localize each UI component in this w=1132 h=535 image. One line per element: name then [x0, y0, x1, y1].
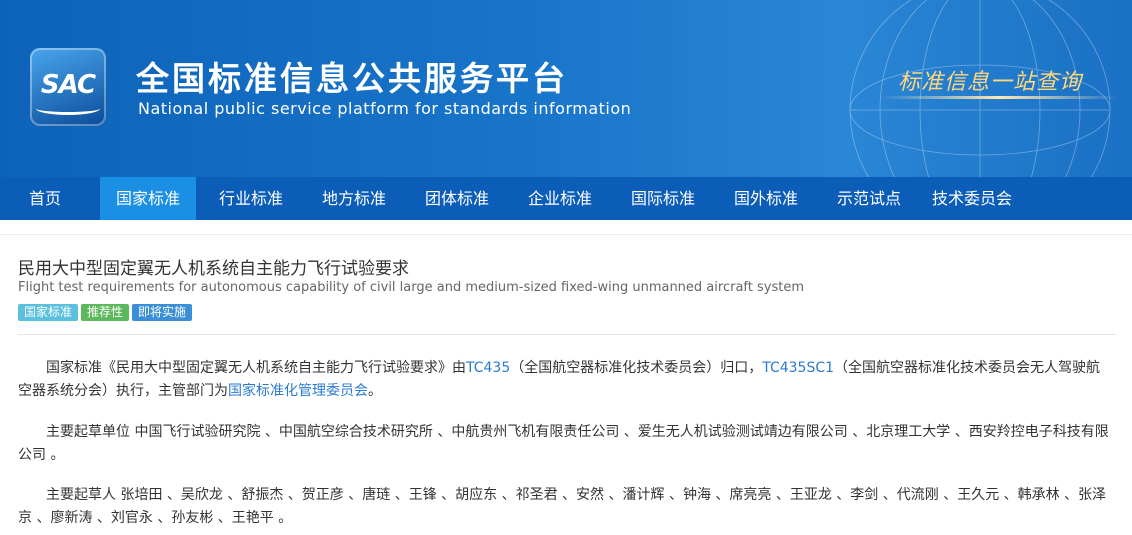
slogan-underline	[880, 96, 1120, 99]
nav-pilot-demo[interactable]: 示范试点	[822, 177, 916, 220]
logo-text: SAC	[40, 70, 96, 100]
desc-text-1: 国家标准《民用大中型固定翼无人机系统自主能力飞行试验要求》由	[46, 360, 466, 376]
desc-text-2: （全国航空器标准化技术委员会）归口，	[510, 360, 763, 376]
logo-swoosh-icon	[36, 102, 100, 115]
nav-industry-standards[interactable]: 行业标准	[204, 177, 298, 220]
nav-group-standards[interactable]: 团体标准	[410, 177, 504, 220]
nav-tech-committee[interactable]: 技术委员会	[922, 177, 1022, 220]
nav-international-standards[interactable]: 国际标准	[616, 177, 710, 220]
site-title: 全国标准信息公共服务平台	[136, 59, 568, 98]
desc-text-4: 。	[368, 383, 382, 399]
sac-logo[interactable]: SAC	[30, 48, 106, 126]
divider	[18, 334, 1116, 335]
slogan: 标准信息一站查询	[898, 70, 1083, 95]
description-paragraph: 国家标准《民用大中型固定翼无人机系统自主能力飞行试验要求》由TC435（全国航空…	[18, 357, 1112, 403]
header-banner: SAC 全国标准信息公共服务平台 National public service…	[0, 0, 1132, 177]
nav-home[interactable]: 首页	[0, 177, 90, 220]
main-nav: 首页 国家标准 行业标准 地方标准 团体标准 企业标准 国际标准 国外标准 示范…	[0, 177, 1132, 220]
badge-national: 国家标准	[18, 304, 79, 321]
content-top-border	[0, 234, 1132, 235]
standard-badges: 国家标准 推荐性 即将实施	[18, 301, 195, 321]
badge-recommended: 推荐性	[81, 304, 130, 321]
nav-enterprise-standards[interactable]: 企业标准	[513, 177, 607, 220]
nav-national-standards[interactable]: 国家标准	[100, 177, 196, 220]
tc435-link[interactable]: TC435	[466, 360, 510, 376]
drafters: 主要起草人 张培田 、吴欣龙 、舒振杰 、贺正彦 、唐琏 、王锋 、胡应东 、祁…	[18, 487, 1107, 526]
badge-upcoming: 即将实施	[132, 304, 193, 321]
standard-title: 民用大中型固定翼无人机系统自主能力飞行试验要求	[18, 259, 409, 279]
nav-foreign-standards[interactable]: 国外标准	[719, 177, 813, 220]
site-subtitle: National public service platform for sta…	[138, 99, 632, 118]
tc435sc1-link[interactable]: TC435SC1	[762, 360, 834, 376]
department-link[interactable]: 国家标准化管理委员会	[228, 383, 368, 399]
nav-local-standards[interactable]: 地方标准	[307, 177, 401, 220]
drafting-units: 主要起草单位 中国飞行试验研究院 、中国航空综合技术研究所 、中航贵州飞机有限责…	[18, 424, 1109, 463]
standard-title-en: Flight test requirements for autonomous …	[18, 280, 804, 295]
